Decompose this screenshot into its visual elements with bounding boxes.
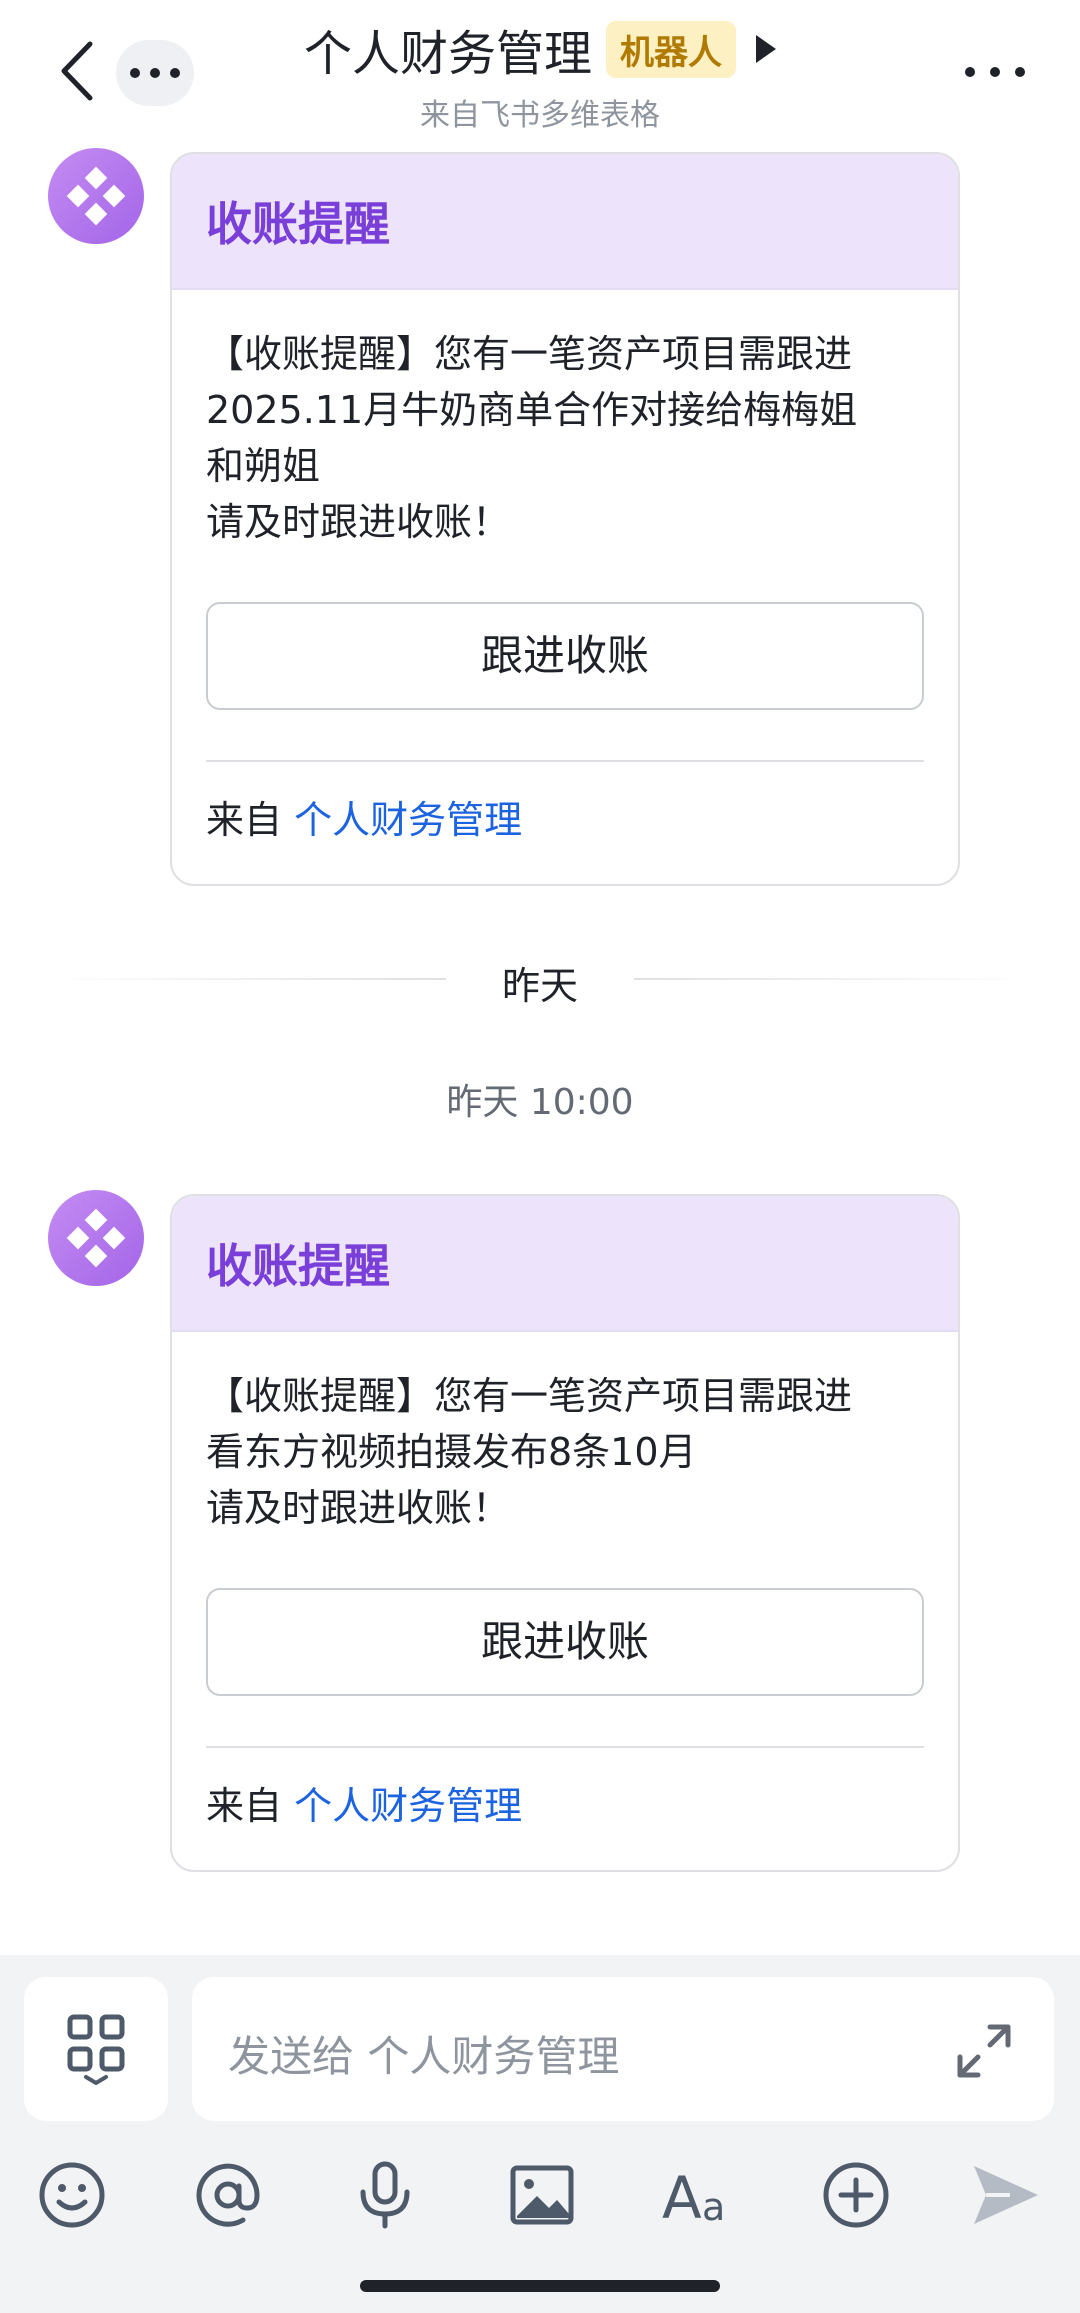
more-actions-button[interactable] (816, 2155, 896, 2235)
bot-badge: 机器人 (606, 20, 736, 78)
format-button[interactable]: A a (660, 2155, 740, 2235)
chat-header: 个人财务管理 机器人 来自飞书多维表格 (0, 0, 1080, 140)
message-line: 【收账提醒】您有一笔资产项目需跟进 (206, 332, 853, 376)
follow-up-button[interactable]: 跟进收账 (206, 602, 924, 710)
divider-line (634, 978, 1030, 980)
message-card: 收账提醒 【收账提醒】您有一笔资产项目需跟进 2025.11月牛奶商单合作对接给… (170, 152, 960, 886)
card-body: 【收账提醒】您有一笔资产项目需跟进 看东方视频拍摄发布8条10月 请及时跟进收账… (172, 1332, 958, 1870)
card-title: 收账提醒 (206, 197, 390, 251)
mention-button[interactable] (188, 2155, 268, 2235)
chat-title-area[interactable]: 个人财务管理 机器人 (0, 14, 1080, 84)
message-line: 【收账提醒】您有一笔资产项目需跟进 (206, 1374, 853, 1418)
follow-up-button[interactable]: 跟进收账 (206, 1588, 924, 1696)
message-input[interactable]: 发送给 个人财务管理 (192, 1977, 1054, 2121)
card-header: 收账提醒 (172, 154, 958, 290)
bitable-logo-icon (66, 166, 126, 226)
chat-title: 个人财务管理 (303, 26, 592, 82)
card-footer: 来自 个人财务管理 (206, 762, 924, 884)
message-timestamp: 昨天 10:00 (446, 1082, 634, 1123)
expand-icon (957, 2024, 1011, 2078)
svg-text:A: A (662, 2164, 702, 2230)
message-line: 请及时跟进收账！ (206, 500, 511, 544)
plus-icon (823, 2162, 889, 2228)
card-header: 收账提醒 (172, 1196, 958, 1332)
card-footer: 来自 个人财务管理 (206, 1748, 924, 1870)
mention-icon (196, 2163, 260, 2227)
apps-button[interactable] (24, 1977, 168, 2121)
play-icon (756, 35, 776, 63)
apps-icon (67, 2014, 125, 2085)
home-indicator (360, 2280, 720, 2292)
font-icon: A a (662, 2164, 725, 2230)
input-placeholder: 发送给 个人财务管理 (228, 2032, 620, 2081)
card-body: 【收账提醒】您有一笔资产项目需跟进 2025.11月牛奶商单合作对接给梅梅姐 和… (172, 290, 958, 884)
source-link[interactable]: 个人财务管理 (294, 798, 522, 842)
source-link[interactable]: 个人财务管理 (294, 1784, 522, 1828)
bot-avatar[interactable] (48, 148, 144, 244)
send-icon (974, 2166, 1038, 2224)
message-line: 看东方视频拍摄发布8条10月 (206, 1430, 697, 1474)
voice-button[interactable] (345, 2155, 425, 2235)
emoji-button[interactable] (32, 2155, 112, 2235)
day-divider-label: 昨天 (501, 964, 578, 1008)
message-line: 和朔姐 (206, 444, 321, 488)
menu-button[interactable] (960, 52, 1030, 92)
divider-line (50, 978, 446, 980)
chat-subtitle: 来自飞书多维表格 (420, 98, 660, 133)
bot-avatar[interactable] (48, 1190, 144, 1286)
message-card: 收账提醒 【收账提醒】您有一笔资产项目需跟进 看东方视频拍摄发布8条10月 请及… (170, 1194, 960, 1872)
composer: 发送给 个人财务管理 A a (0, 1955, 1080, 2313)
message-line: 请及时跟进收账！ (206, 1486, 511, 1530)
emoji-icon (39, 2162, 105, 2228)
image-button[interactable] (502, 2155, 582, 2235)
from-prefix: 来自 (206, 798, 283, 842)
image-icon (510, 2165, 574, 2225)
from-prefix: 来自 (206, 1784, 283, 1828)
svg-text:a: a (702, 2185, 725, 2229)
send-button[interactable] (966, 2155, 1046, 2235)
mic-icon (360, 2161, 410, 2229)
more-icon (965, 67, 1025, 77)
card-title: 收账提醒 (206, 1239, 390, 1293)
message-line: 2025.11月牛奶商单合作对接给梅梅姐 (206, 388, 858, 432)
expand-button[interactable] (954, 2021, 1014, 2081)
bitable-logo-icon (66, 1208, 126, 1268)
composer-toolbar: A a (0, 2155, 1080, 2245)
